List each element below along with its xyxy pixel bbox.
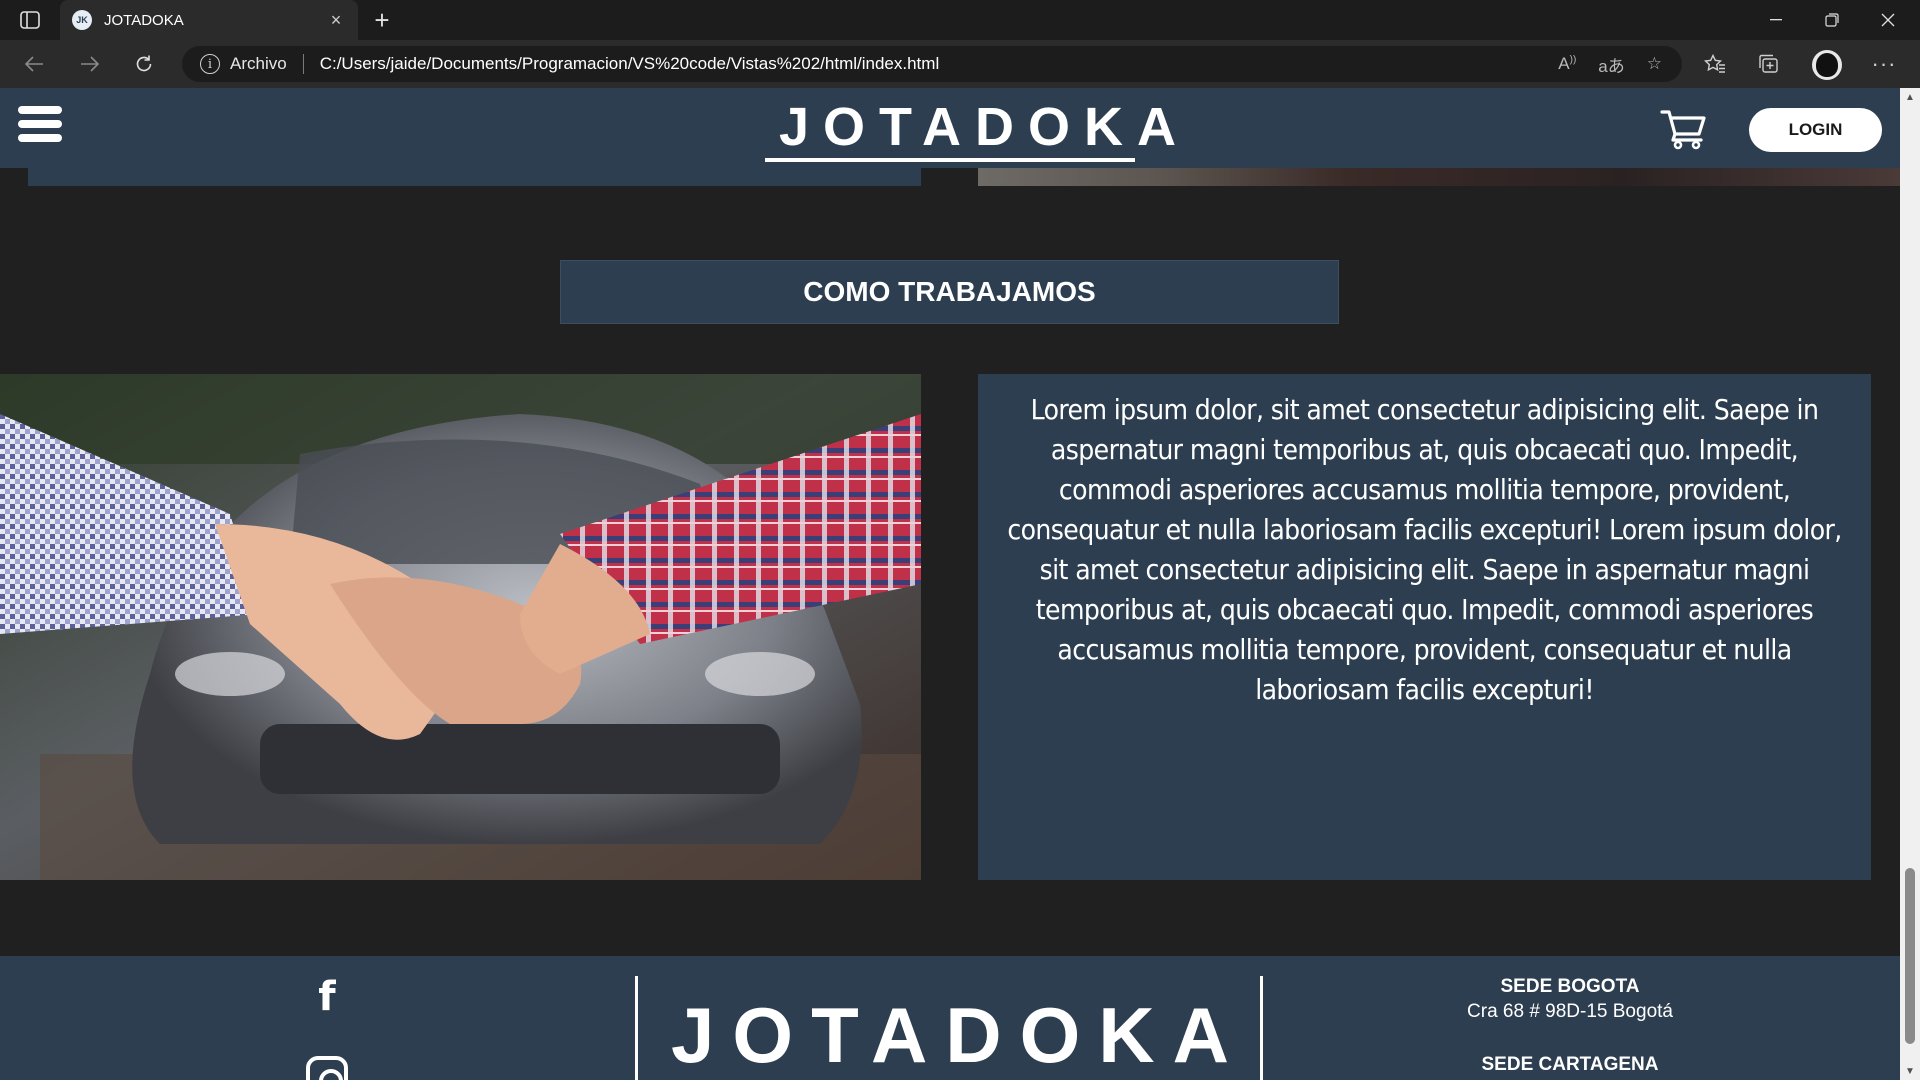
sede-name: SEDE BOGOTA	[1500, 976, 1640, 997]
tab-favicon: JK	[72, 10, 92, 30]
restore-icon[interactable]	[1804, 0, 1860, 40]
reload-icon[interactable]	[128, 50, 160, 78]
scroll-down-icon[interactable]: ▼	[1904, 1066, 1916, 1077]
page-scrollbar[interactable]: ▲ ▼	[1900, 88, 1920, 1080]
site-header: JOTADOKA LOGIN	[0, 88, 1900, 168]
scroll-up-icon[interactable]: ▲	[1904, 92, 1916, 103]
section-text-card: Lorem ipsum dolor, sit amet consectetur …	[978, 374, 1871, 880]
footer-divider-left	[635, 976, 638, 1080]
address-separator	[302, 54, 304, 74]
close-window-icon[interactable]	[1860, 0, 1916, 40]
section-title: COMO TRABAJAMOS	[560, 260, 1339, 324]
browser-tab[interactable]: JK JOTADOKA ×	[60, 0, 358, 40]
profile-avatar[interactable]	[1812, 50, 1842, 80]
site-footer: f JOTADOKA SEDE BOGOTA Cra 68 # 98D-15 B…	[0, 956, 1900, 1080]
browser-tab-bar: JK JOTADOKA × +	[0, 0, 1920, 40]
previous-section-image	[978, 168, 1900, 186]
minimize-icon[interactable]	[1748, 0, 1804, 40]
browser-toolbar: i Archivo C:/Users/jaide/Documents/Progr…	[0, 40, 1920, 88]
forward-icon[interactable]	[74, 50, 106, 78]
sede-name: SEDE CARTAGENA	[1481, 1054, 1659, 1075]
sede-bogota: SEDE BOGOTA Cra 68 # 98D-15 Bogotá	[1420, 976, 1720, 1023]
cart-icon[interactable]	[1660, 108, 1708, 150]
site-info-label: Archivo	[230, 54, 287, 73]
new-tab-icon[interactable]: +	[368, 6, 396, 34]
close-tab-icon[interactable]: ×	[326, 10, 346, 31]
site-info-icon[interactable]: i	[200, 54, 220, 74]
tab-title: JOTADOKA	[104, 11, 184, 29]
read-aloud-icon[interactable]: A))	[1558, 54, 1576, 74]
address-url[interactable]: C:/Users/jaide/Documents/Programacion/VS…	[320, 54, 940, 74]
scroll-thumb[interactable]	[1905, 868, 1915, 1044]
handshake-photo	[0, 374, 921, 880]
collections-icon[interactable]	[1753, 50, 1785, 78]
more-menu-icon[interactable]: ···	[1868, 50, 1900, 78]
sede-address: Cra 68 # 98D-15 Bogotá	[1467, 1001, 1673, 1022]
instagram-icon[interactable]	[306, 1056, 348, 1080]
footer-divider-right	[1260, 976, 1263, 1080]
translate-icon[interactable]: aあ	[1598, 52, 1624, 77]
tab-actions-icon[interactable]	[16, 8, 44, 32]
login-button[interactable]: LOGIN	[1749, 108, 1882, 152]
back-icon[interactable]	[18, 50, 50, 78]
previous-section-card	[28, 168, 921, 186]
site-logo[interactable]: JOTADOKA	[765, 96, 1176, 158]
footer-logo: JOTADOKA	[671, 991, 1247, 1079]
address-bar[interactable]: i Archivo C:/Users/jaide/Documents/Progr…	[182, 46, 1682, 82]
sede-cartagena: SEDE CARTAGENA	[1420, 1054, 1720, 1076]
facebook-icon[interactable]: f	[312, 974, 342, 1020]
page-viewport: JOTADOKA LOGIN COMO TRABAJAMOS Lorem ips…	[0, 88, 1900, 1080]
section-body-text: Lorem ipsum dolor, sit amet consectetur …	[1007, 393, 1842, 706]
favorites-icon[interactable]	[1699, 50, 1731, 78]
logo-underline	[765, 158, 1135, 162]
add-favorite-icon[interactable]: ☆	[1647, 54, 1662, 74]
menu-icon[interactable]	[18, 106, 62, 146]
